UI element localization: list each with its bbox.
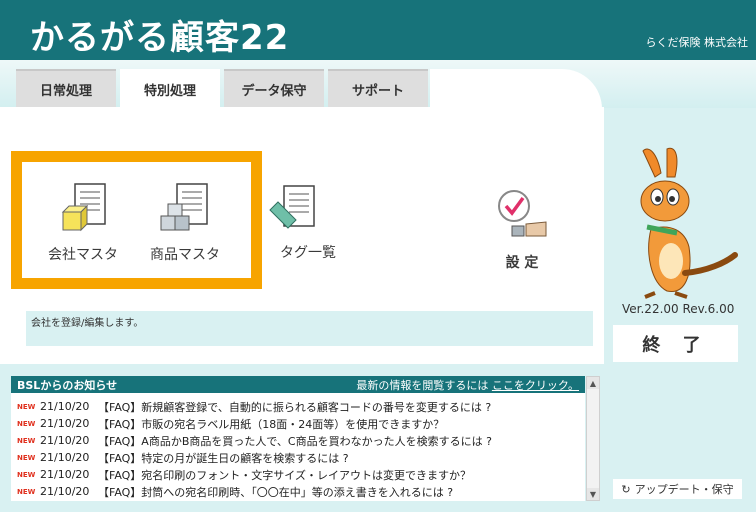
tag-list-icon <box>269 185 315 229</box>
news-more-link[interactable]: ここをクリック。 <box>492 379 579 392</box>
news-item[interactable]: NEW 21/10/20 【FAQ】市販の宛名ラベル用紙（18面・24面等）を使… <box>11 415 585 432</box>
news-title: BSLからのお知らせ <box>17 378 118 392</box>
tag-list-label: タグ一覧 <box>280 245 336 261</box>
company-name: らくだ保険 株式会社 <box>645 36 749 49</box>
kangaroo-mascot-icon <box>640 147 738 299</box>
news-text: 【FAQ】宛名印刷のフォント・文字サイズ・レイアウトは変更できますか？ <box>98 468 471 482</box>
update-label: アップデート・保守 <box>634 483 734 496</box>
tab-data-maintenance[interactable]: データ保守 <box>224 69 324 107</box>
tab-daily[interactable]: 日常処理 <box>16 69 116 107</box>
settings-icon <box>498 190 547 237</box>
product-master-icon <box>160 183 208 231</box>
description-box: 会社を登録/編集します。 <box>26 311 593 346</box>
update-maintenance-button[interactable]: ↻ アップデート・保守 <box>613 479 742 499</box>
new-badge: NEW <box>17 419 36 428</box>
news-date: 21/10/20 <box>40 400 90 413</box>
news-text: 【FAQ】特定の月が誕生日の顧客を検索するには ? <box>98 451 349 465</box>
tab-support[interactable]: サポート <box>328 69 428 107</box>
news-list: NEW 21/10/20 【FAQ】新規顧客登録で、自動的に振られる顧客コードの… <box>11 393 585 501</box>
scroll-up-icon[interactable]: ▲ <box>587 377 599 389</box>
news-date: 21/10/20 <box>40 485 90 498</box>
news-item[interactable]: NEW 21/10/20 【FAQ】新規顧客登録で、自動的に振られる顧客コードの… <box>11 398 585 415</box>
settings-label: 設 定 <box>505 255 539 271</box>
company-master-icon <box>61 183 106 232</box>
news-more-text: 最新の情報を閲覧するには <box>356 378 489 392</box>
company-master-label: 会社マスタ <box>48 247 118 263</box>
tab-special[interactable]: 特別処理 <box>120 69 220 107</box>
news-scrollbar[interactable]: ▲ ▼ <box>586 376 600 501</box>
news-date: 21/10/20 <box>40 417 90 430</box>
news-item[interactable]: NEW 21/10/20 【FAQ】特定の月が誕生日の顧客を検索するには ? <box>11 449 585 466</box>
new-badge: NEW <box>17 487 36 496</box>
app-title: かるがる顧客22 <box>30 18 290 58</box>
exit-button[interactable]: 終 了 <box>613 325 738 362</box>
news-header: BSLからのお知らせ 最新の情報を閲覧するには ここをクリック。 <box>11 376 585 393</box>
news-text: 【FAQ】封筒への宛名印刷時、「〇〇在中」等の添え書きを入れるには ? <box>98 485 454 499</box>
news-item[interactable]: NEW 21/10/20 【FAQ】封筒への宛名印刷時、「〇〇在中」等の添え書き… <box>11 483 585 500</box>
scroll-down-icon[interactable]: ▼ <box>587 488 599 500</box>
news-text: 【FAQ】市販の宛名ラベル用紙（18面・24面等）を使用できますか？ <box>98 417 445 431</box>
version-text: Ver.22.00 Rev.6.00 <box>622 302 735 316</box>
news-more: 最新の情報を閲覧するには ここをクリック。 <box>356 377 579 393</box>
new-badge: NEW <box>17 436 36 445</box>
news-text: 【FAQ】新規顧客登録で、自動的に振られる顧客コードの番号を変更するには ? <box>98 400 492 414</box>
news-text: 【FAQ】A商品かB商品を買った人で、C商品を買わなかった人を検索するには ? <box>98 434 492 448</box>
news-item[interactable]: NEW 21/10/20 【FAQ】A商品かB商品を買った人で、C商品を買わなか… <box>11 432 585 449</box>
news-date: 21/10/20 <box>40 434 90 447</box>
news-item[interactable]: NEW 21/10/20 【FAQ】宛名印刷のフォント・文字サイズ・レイアウトは… <box>11 466 585 483</box>
app-header: かるがる顧客22 らくだ保険 株式会社 <box>0 0 756 60</box>
product-master-button[interactable]: 商品マスタ <box>150 182 220 264</box>
product-master-label: 商品マスタ <box>150 247 220 263</box>
new-badge: NEW <box>17 470 36 479</box>
new-badge: NEW <box>17 402 36 411</box>
news-date: 21/10/20 <box>40 451 90 464</box>
company-master-button[interactable]: 会社マスタ <box>48 182 118 264</box>
new-badge: NEW <box>17 453 36 462</box>
news-date: 21/10/20 <box>40 468 90 481</box>
refresh-icon: ↻ <box>621 482 631 496</box>
tab-band-curve <box>430 69 602 109</box>
settings-button[interactable]: 設 定 <box>492 186 552 272</box>
